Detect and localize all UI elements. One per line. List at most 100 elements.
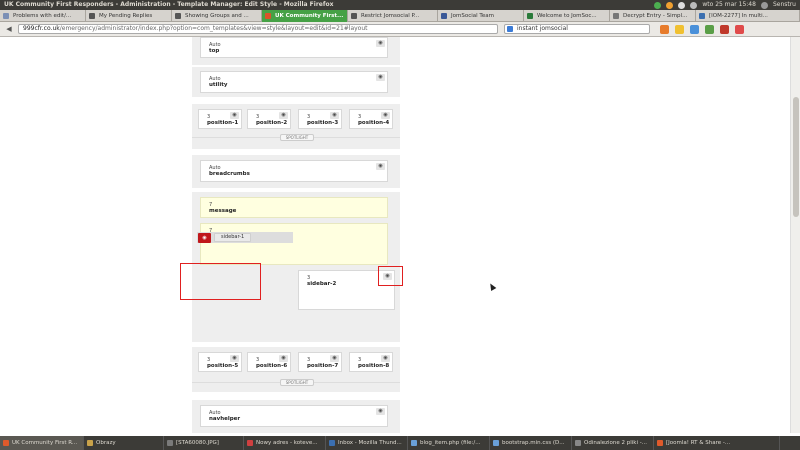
url-host: 999cfr.co.uk	[23, 25, 60, 32]
module-position-utility[interactable]: Auto utility ◉	[200, 71, 388, 93]
taskbar-item-3[interactable]: Nowy adres - koteve...	[244, 436, 326, 450]
adblock-icon[interactable]	[720, 25, 729, 34]
tab-3-active[interactable]: UK Community First...	[262, 10, 348, 22]
page-scrollbar[interactable]	[790, 37, 800, 433]
module-position-2[interactable]: 3 position-2 ◉	[247, 109, 291, 129]
tab-favicon-icon	[175, 13, 181, 19]
download-icon[interactable]	[690, 25, 699, 34]
user-icon	[760, 1, 768, 9]
folder-icon	[87, 440, 93, 446]
tab-favicon-icon	[351, 13, 357, 19]
page-content: Auto top ◉ Auto utility ◉ 3 position-1 ◉…	[0, 37, 800, 433]
network-icon[interactable]	[654, 1, 662, 9]
volume-icon[interactable]	[690, 1, 698, 9]
module-position-8[interactable]: 3 position-8 ◉	[349, 352, 393, 372]
module-position-breadcrumbs[interactable]: Auto breadcrumbs ◉	[200, 160, 388, 182]
layout-row-positions-bottom: 3 position-5 ◉ 3 position-6 ◉ 3 position…	[192, 347, 400, 392]
module-position-component[interactable]: 7 component	[200, 223, 388, 265]
tab-1[interactable]: My Pending Replies	[86, 10, 172, 22]
battery-icon[interactable]	[678, 1, 686, 9]
eye-icon[interactable]: ◉	[279, 355, 288, 362]
taskbar-item-1[interactable]: Obrazy	[84, 436, 164, 450]
module-position-5[interactable]: 3 position-5 ◉	[198, 352, 242, 372]
layout-row-navhelper: Auto navhelper ◉	[192, 400, 400, 433]
tab-7[interactable]: Decrypt Entry - Simpl...	[610, 10, 696, 22]
mouse-cursor-icon	[487, 281, 497, 292]
eye-icon[interactable]: ◉	[381, 112, 390, 119]
annotation-highlight-sidebar-1	[180, 263, 261, 300]
annotation-highlight-eye	[378, 266, 403, 286]
module-position-4[interactable]: 3 position-4 ◉	[349, 109, 393, 129]
hidden-eye-icon[interactable]: ◉	[198, 233, 211, 243]
firefox-icon	[3, 440, 9, 446]
tab-8[interactable]: [IOM-2277] In multi...	[696, 10, 800, 22]
tab-favicon-icon	[441, 13, 447, 19]
taskbar-item-5[interactable]: blog_item.php (file:/...	[408, 436, 490, 450]
addon-icon[interactable]	[705, 25, 714, 34]
tab-0[interactable]: Problems with edit/...	[0, 10, 86, 22]
module-position-navhelper[interactable]: Auto navhelper ◉	[200, 405, 388, 427]
clock[interactable]: wto 25 mar 15:48	[702, 0, 756, 10]
compose-icon	[247, 440, 253, 446]
rss-icon[interactable]	[660, 25, 669, 34]
tab-favicon-icon	[265, 13, 271, 19]
eye-icon[interactable]: ◉	[376, 163, 385, 170]
eye-icon[interactable]: ◉	[376, 408, 385, 415]
tab-favicon-icon	[89, 13, 95, 19]
layout-row-breadcrumbs: Auto breadcrumbs ◉	[192, 155, 400, 188]
module-position-7[interactable]: 3 position-7 ◉	[298, 352, 342, 372]
firefox-icon	[657, 440, 663, 446]
eye-icon[interactable]: ◉	[376, 40, 385, 47]
spotlight-button[interactable]: SPOTLIGHT	[280, 134, 314, 141]
navigation-bar: ◀ 999cfr.co.uk/emergency/administrator/i…	[0, 22, 800, 37]
taskbar-item-8[interactable]: [Joomla! RT & Share -...	[654, 436, 780, 450]
taskbar-item-6[interactable]: bootstrap.min.css (D...	[490, 436, 572, 450]
eye-icon[interactable]: ◉	[330, 112, 339, 119]
taskbar: UK Community First R... Obrazy [STA60080…	[0, 436, 800, 450]
tab-6[interactable]: Welcome to JomSoc...	[524, 10, 610, 22]
mail-icon[interactable]	[666, 1, 674, 9]
username[interactable]: Senstru	[773, 0, 796, 10]
window-title: UK Community First Responders - Administ…	[4, 1, 334, 8]
layout-row-positions-top: 3 position-1 ◉ 3 position-2 ◉ 3 position…	[192, 104, 400, 149]
tab-favicon-icon	[527, 13, 533, 19]
taskbar-item-0[interactable]: UK Community First R...	[0, 436, 84, 450]
scrollbar-thumb[interactable]	[793, 97, 799, 217]
tab-favicon-icon	[613, 13, 619, 19]
eye-icon[interactable]: ◉	[376, 74, 385, 81]
tab-strip: Problems with edit/... My Pending Replie…	[0, 10, 800, 22]
search-input[interactable]: instant jomsocial	[504, 24, 650, 34]
url-bar[interactable]: 999cfr.co.uk/emergency/administrator/ind…	[18, 24, 498, 34]
toolbar-icons	[660, 25, 744, 34]
eye-icon[interactable]: ◉	[330, 355, 339, 362]
module-position-1[interactable]: 3 position-1 ◉	[198, 109, 242, 129]
taskbar-item-2[interactable]: [STA60080.JPG]	[164, 436, 244, 450]
tab-2[interactable]: Showing Groups and ...	[172, 10, 262, 22]
tab-4[interactable]: Restrict Jomsocial P...	[348, 10, 438, 22]
eye-icon[interactable]: ◉	[230, 112, 239, 119]
eye-icon[interactable]: ◉	[230, 355, 239, 362]
module-position-top[interactable]: Auto top ◉	[200, 37, 388, 58]
bookmark-star-icon[interactable]	[675, 25, 684, 34]
system-tray: wto 25 mar 15:48 Senstru	[654, 0, 796, 10]
sidebar-1-label[interactable]: sidebar-1	[214, 233, 252, 242]
module-position-message[interactable]: 7 message	[200, 197, 388, 218]
layout-row-top: Auto top ◉	[192, 37, 400, 65]
eye-icon[interactable]: ◉	[381, 355, 390, 362]
layout-row-utility: Auto utility ◉	[192, 67, 400, 97]
tab-favicon-icon	[3, 13, 9, 19]
tab-5[interactable]: JomSocial Team	[438, 10, 524, 22]
image-viewer-icon	[167, 440, 173, 446]
taskbar-item-4[interactable]: Inbox - Mozilla Thund...	[326, 436, 408, 450]
search-engine-icon[interactable]	[507, 26, 513, 32]
search-icon	[575, 440, 581, 446]
text-editor-icon	[411, 440, 417, 446]
taskbar-item-7[interactable]: Odinalezione 2 pliki -...	[572, 436, 654, 450]
module-position-6[interactable]: 3 position-6 ◉	[247, 352, 291, 372]
spotlight-button[interactable]: SPOTLIGHT	[280, 379, 314, 386]
eye-icon[interactable]: ◉	[279, 112, 288, 119]
module-position-3[interactable]: 3 position-3 ◉	[298, 109, 342, 129]
thunderbird-icon	[329, 440, 335, 446]
back-arrow-icon[interactable]: ◀	[5, 25, 13, 33]
stop-icon[interactable]	[735, 25, 744, 34]
